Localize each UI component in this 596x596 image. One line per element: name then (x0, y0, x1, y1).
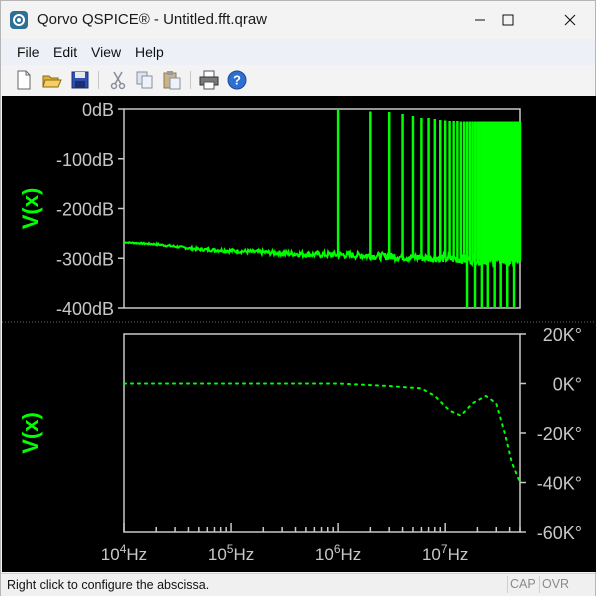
bottom-plot-frame (123, 333, 521, 533)
maximize-icon (502, 14, 514, 26)
toolbar-separator (190, 71, 191, 89)
top-y-axis-label: V(x) (18, 188, 43, 230)
y-tick-label: -300dB (56, 249, 114, 269)
paste-icon[interactable] (161, 69, 183, 91)
qspice-logo-icon (10, 11, 28, 29)
title-bar[interactable]: Qorvo QSPICE® - Untitled.fft.qraw (1, 1, 595, 39)
x-tick-label: 107Hz (422, 542, 468, 564)
svg-text:?: ? (233, 73, 241, 88)
y-tick-label: -400dB (56, 299, 114, 319)
status-message: Right click to configure the abscissa. (7, 578, 210, 592)
waveform-viewer[interactable]: 0dB -100dB -200dB -300dB -400dB V(x) 20K° 0K° -… (2, 96, 596, 572)
y-tick-label: 0dB (82, 100, 114, 120)
window-title: Qorvo QSPICE® - Untitled.fft.qraw (37, 11, 268, 28)
y-tick-label: 0K° (553, 375, 582, 395)
cut-icon[interactable] (107, 69, 129, 91)
y-tick-label: -20K° (537, 424, 582, 444)
open-icon[interactable] (41, 69, 63, 91)
menu-view[interactable]: View (91, 44, 121, 60)
status-bar: Right click to configure the abscissa. C… (1, 573, 595, 596)
x-tick-label: 104Hz (101, 542, 147, 564)
toolbar: ? (1, 65, 595, 95)
y-tick-label: -60K° (537, 523, 582, 543)
print-icon[interactable] (198, 69, 220, 91)
save-icon[interactable] (69, 69, 91, 91)
close-icon (564, 14, 576, 26)
help-icon[interactable]: ? (226, 69, 248, 91)
y-tick-label: 20K° (543, 325, 582, 345)
y-tick-label: -100dB (56, 150, 114, 170)
y-tick-label: -200dB (56, 200, 114, 220)
x-tick-label: 105Hz (208, 542, 254, 564)
phase-trace (123, 382, 521, 484)
new-icon[interactable] (13, 69, 35, 91)
copy-icon[interactable] (134, 69, 156, 91)
maximize-button[interactable] (485, 1, 531, 39)
menu-help[interactable]: Help (135, 44, 164, 60)
menu-file[interactable]: File (17, 44, 40, 60)
caps-lock-indicator: CAP (507, 576, 538, 593)
bottom-y-axis-label: V(x) (18, 412, 43, 454)
menu-edit[interactable]: Edit (53, 44, 77, 60)
y-tick-label: -40K° (537, 474, 582, 494)
overwrite-indicator: OVR (539, 576, 571, 593)
toolbar-separator (98, 71, 99, 89)
x-tick-label: 106Hz (315, 542, 361, 564)
app-window: Qorvo QSPICE® - Untitled.fft.qraw File E… (0, 0, 596, 596)
close-button[interactable] (547, 1, 593, 39)
menu-bar: File Edit View Help (1, 39, 595, 65)
plot-canvas[interactable]: 0dB -100dB -200dB -300dB -400dB V(x) 20K° 0K° -… (2, 96, 596, 572)
